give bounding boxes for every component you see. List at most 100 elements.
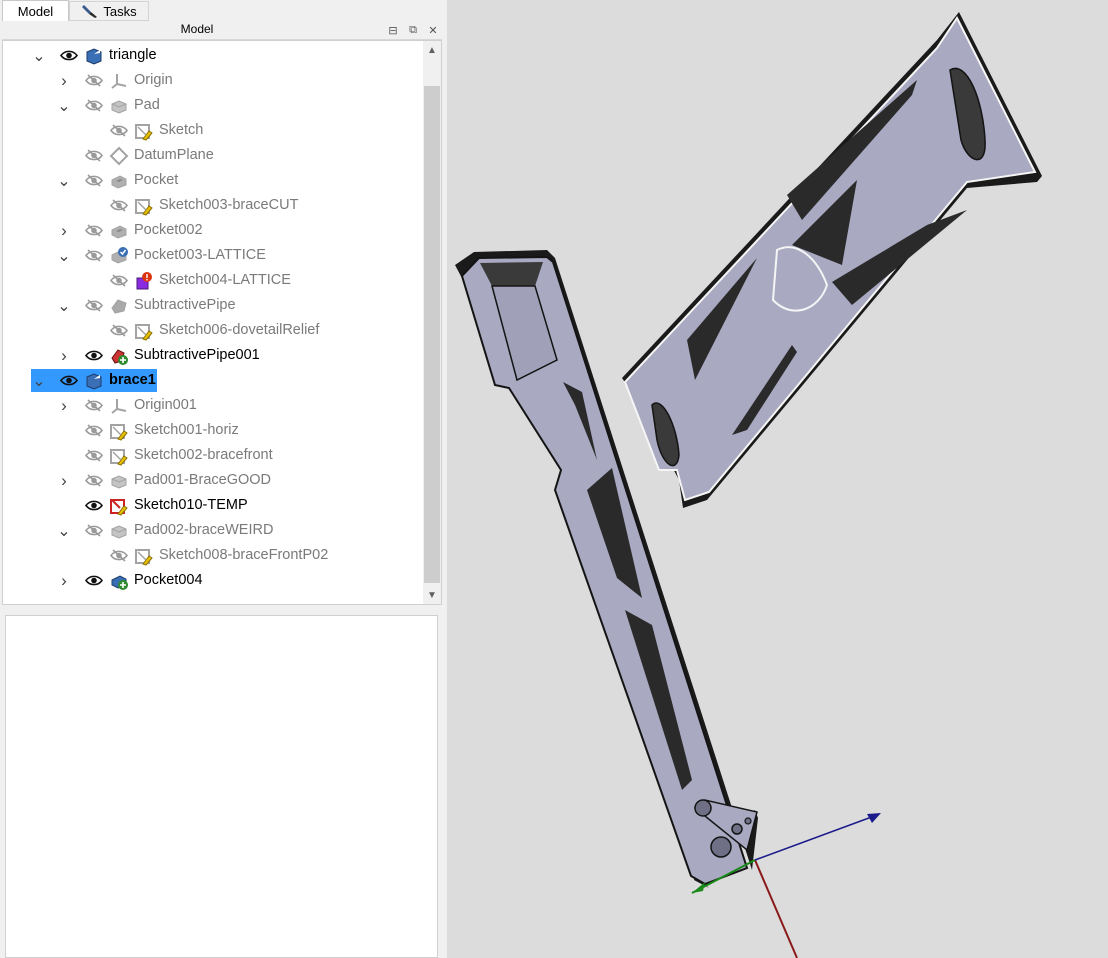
tree-item[interactable]: Sketch002-bracefront [3,443,423,468]
tree-item[interactable]: DatumPlane [3,143,423,168]
tree-item-label: Sketch004-LATTICE [159,272,291,288]
eye-hidden-icon[interactable] [85,248,103,263]
eye-hidden-icon[interactable] [85,148,103,163]
tree-item[interactable]: Sketch010-TEMP [3,493,423,518]
pad-icon [109,471,129,491]
sketch-icon [134,196,154,216]
tree-item[interactable]: ⌄ brace1 [3,368,423,393]
eye-hidden-icon[interactable] [85,448,103,463]
chevron-right-icon[interactable]: › [56,343,72,368]
chevron-down-icon[interactable]: ⌄ [31,368,47,393]
tree-item[interactable]: › Origin [3,68,423,93]
tree-item[interactable]: › Origin001 [3,393,423,418]
pocket-icon [109,171,129,191]
tree-scrollbar[interactable]: ▲ ▼ [423,41,441,604]
tree-item-label: Pocket [134,172,179,188]
3d-viewport[interactable] [447,0,1108,958]
eye-hidden-icon[interactable] [85,423,103,438]
tree-item[interactable]: › Pocket004 [3,568,423,593]
tree-item[interactable]: ⌄ Pad [3,93,423,118]
chevron-down-icon[interactable]: ⌄ [56,243,72,268]
eye-hidden-icon[interactable] [110,273,128,288]
tree-item[interactable]: › Pad001-BraceGOOD [3,468,423,493]
eye-hidden-icon[interactable] [85,523,103,538]
eye-hidden-icon[interactable] [110,323,128,338]
model-tree[interactable]: ⌄ triangle › Origin ⌄ Pad Sketch DatumPlane ⌄ Poc… [2,40,442,605]
triangle-part[interactable] [622,12,1042,508]
scroll-down-icon[interactable]: ▼ [423,586,441,604]
datum-plane-icon [109,146,129,166]
tree-item[interactable]: ⌄ Pocket [3,168,423,193]
tree-item[interactable]: › Pocket002 [3,218,423,243]
tree-item[interactable]: Sketch003-braceCUT [3,193,423,218]
chevron-down-icon[interactable]: ⌄ [56,518,72,543]
pad-icon [109,521,129,541]
property-view[interactable] [5,615,438,958]
eye-hidden-icon[interactable] [85,473,103,488]
chevron-right-icon[interactable]: › [56,468,72,493]
scroll-up-icon[interactable]: ▲ [423,41,441,59]
scroll-thumb[interactable] [424,86,440,583]
eye-hidden-icon[interactable] [110,198,128,213]
eye-icon[interactable] [60,373,78,388]
eye-hidden-icon[interactable] [85,98,103,113]
chevron-right-icon[interactable]: › [56,68,72,93]
close-icon[interactable]: ✕ [426,23,440,37]
eye-hidden-icon[interactable] [85,173,103,188]
body-icon [84,371,104,391]
sketch-icon [134,121,154,141]
chevron-right-icon[interactable]: › [56,393,72,418]
chevron-down-icon[interactable]: ⌄ [56,93,72,118]
chevron-right-icon[interactable]: › [56,568,72,593]
pad-icon [109,96,129,116]
subtractive-pipe-icon [109,296,129,316]
tasks-icon [82,5,98,18]
tree-item[interactable]: ⌄ Pad002-braceWEIRD [3,518,423,543]
tree-item-label: Origin [134,72,173,88]
eye-hidden-icon[interactable] [85,298,103,313]
eye-hidden-icon[interactable] [110,123,128,138]
tree-item-label: SubtractivePipe [134,297,236,313]
eye-icon[interactable] [85,573,103,588]
body-icon [84,46,104,66]
eye-hidden-icon[interactable] [85,223,103,238]
z-axis-line [754,814,878,861]
tab-tasks-label: Tasks [103,3,137,19]
eye-icon[interactable] [60,48,78,63]
sketch-icon [109,421,129,441]
tree-item-label: Pocket002 [134,222,203,238]
pocket-tip-icon [109,571,129,591]
3d-scene[interactable] [447,0,1108,958]
tree-item-label: Sketch008-braceFrontP02 [159,547,329,563]
eye-hidden-icon[interactable] [110,548,128,563]
dock-title-bar: Model ⊟ ⧉ ✕ [2,21,442,40]
tree-item[interactable]: Sketch006-dovetailRelief [3,318,423,343]
tree-item[interactable]: Sketch001-horiz [3,418,423,443]
tree-item[interactable]: ⌄ SubtractivePipe [3,293,423,318]
tree-item-label: Sketch006-dovetailRelief [159,322,320,338]
sketch-red-icon [109,496,129,516]
tree-item[interactable]: Sketch [3,118,423,143]
panel-splitter[interactable] [0,606,447,614]
eye-icon[interactable] [85,498,103,513]
tree-item[interactable]: › SubtractivePipe001 [3,343,423,368]
tab-tasks[interactable]: Tasks [69,1,149,21]
eye-hidden-icon[interactable] [85,73,103,88]
eye-hidden-icon[interactable] [85,398,103,413]
chevron-down-icon[interactable]: ⌄ [56,293,72,318]
pocket-icon [109,221,129,241]
tab-model[interactable]: Model [2,0,69,21]
tree-item[interactable]: Sketch004-LATTICE [3,268,423,293]
chevron-right-icon[interactable]: › [56,218,72,243]
float-icon[interactable]: ⧉ [406,23,420,37]
tree-item-label: triangle [109,47,157,63]
chevron-down-icon[interactable]: ⌄ [31,43,47,68]
restore-icon[interactable]: ⊟ [386,23,400,37]
tree-item[interactable]: ⌄ triangle [3,43,423,68]
tree-item-label: Pocket003-LATTICE [134,247,266,263]
eye-icon[interactable] [85,348,103,363]
tree-item[interactable]: Sketch008-braceFrontP02 [3,543,423,568]
tree-item-label: Pocket004 [134,572,203,588]
tree-item[interactable]: ⌄ Pocket003-LATTICE [3,243,423,268]
chevron-down-icon[interactable]: ⌄ [56,168,72,193]
